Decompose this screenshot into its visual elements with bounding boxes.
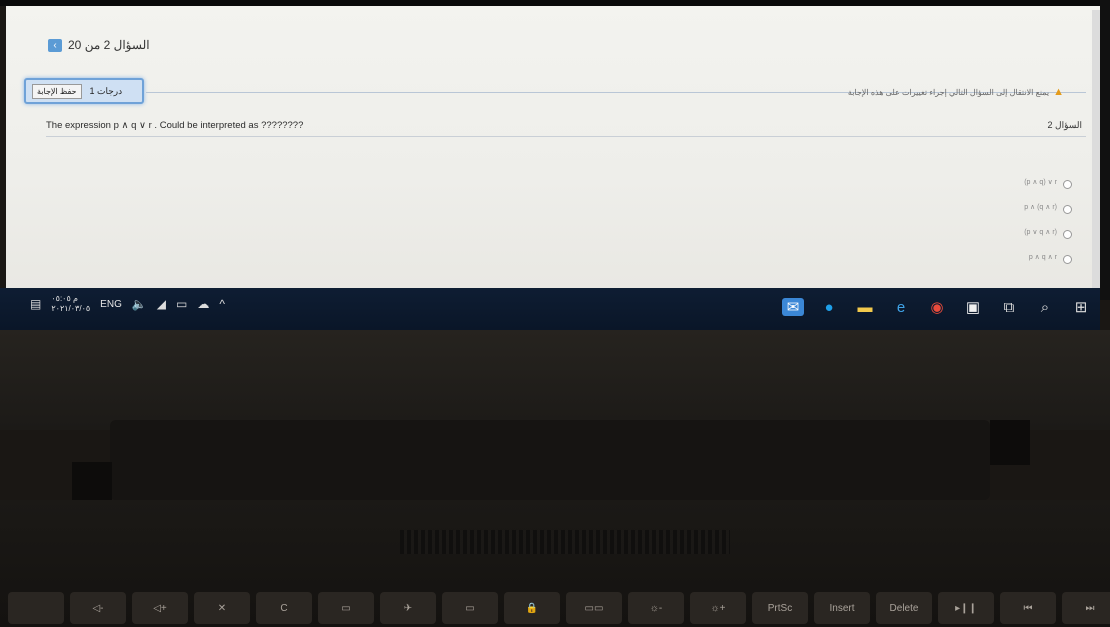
option-1[interactable]: (p ∧ q) ∨ r [1024, 174, 1072, 189]
explorer-icon[interactable]: ▬ [854, 298, 876, 316]
clock-time: م ٠٥:٠٥ [51, 294, 78, 303]
language-indicator[interactable]: ENG [100, 299, 122, 310]
function-key-row: ◁- ◁+ ✕ C ▭ ✈ ▭ 🔒 ▭▭ ☼- ☼+ PrtSc Insert … [0, 592, 1110, 627]
option-4[interactable]: p ∧ q ∧ r [1029, 249, 1072, 264]
chevron-up-icon[interactable]: ^ [219, 297, 225, 311]
windows-taskbar: ▤ م ٠٥:٠٥ ٢٠٢١/٠٣/٠٥ ENG 🔈 ◢ ▭ ☁ ^ ✉ ● ▬… [0, 288, 1100, 330]
speaker-grille [400, 530, 730, 554]
key-refresh[interactable]: C [256, 592, 312, 624]
hinge-left [72, 462, 112, 502]
key-lock[interactable]: 🔒 [504, 592, 560, 624]
warning-icon: ▲ [1053, 86, 1064, 98]
key-display[interactable]: ▭ [318, 592, 374, 624]
laptop-bezel [0, 330, 1110, 430]
vertical-scrollbar[interactable] [1092, 10, 1100, 290]
key-brightness-down[interactable]: ☼- [628, 592, 684, 624]
volume-icon[interactable]: 🔈 [132, 297, 147, 311]
key-mic-mute[interactable]: ✕ [194, 592, 250, 624]
radio-button[interactable] [1063, 180, 1072, 189]
radio-button[interactable] [1063, 205, 1072, 214]
key-next[interactable]: ⏭ [1062, 592, 1110, 624]
save-answer-button[interactable]: حفظ الإجابة [32, 83, 82, 99]
radio-button[interactable] [1063, 230, 1072, 239]
key-insert[interactable]: Insert [814, 592, 870, 624]
option-label: (p ∨ q ∧ r) [1024, 228, 1057, 236]
chrome-icon[interactable]: ◉ [926, 298, 948, 316]
question-text: The expression p ∧ q ∨ r . Could be inte… [46, 120, 304, 131]
clock-date: ٢٠٢١/٠٣/٠٥ [51, 304, 91, 313]
key-volume-up[interactable]: ◁+ [132, 592, 188, 624]
key-play[interactable]: ▸❙❙ [938, 592, 994, 624]
laptop-hinge [110, 420, 990, 500]
key-airplane[interactable]: ✈ [380, 592, 436, 624]
key-settings[interactable]: ▭ [442, 592, 498, 624]
option-label: p ∧ (q ∧ r) [1024, 203, 1057, 211]
taskbar-apps: ✉ ● ▬ e ◉ ▣ ⧉ ⌕ ⊞ [782, 298, 1092, 316]
clock[interactable]: م ٠٥:٠٥ ٢٠٢١/٠٣/٠٥ [51, 294, 90, 314]
points-label: 1 درجات [89, 85, 123, 96]
notification-icon[interactable]: ▤ [30, 297, 41, 311]
battery-icon[interactable]: ▭ [176, 297, 187, 311]
chevron-left-icon[interactable]: ‹ [48, 38, 62, 52]
answer-options: (p ∧ q) ∨ r p ∧ (q ∧ r) (p ∨ q ∧ r) p ∧ … [1024, 174, 1072, 264]
hinge-right [990, 420, 1030, 465]
option-label: (p ∧ q) ∨ r [1024, 178, 1057, 186]
key-prev[interactable]: ⏮ [1000, 592, 1056, 624]
option-2[interactable]: p ∧ (q ∧ r) [1024, 199, 1072, 214]
question-counter: السؤال 2 من 20 [68, 38, 150, 52]
radio-button[interactable] [1063, 255, 1072, 264]
photo-right-edge [1100, 0, 1110, 300]
key-projector[interactable]: ▭▭ [566, 592, 622, 624]
exam-screen: ‹ السؤال 2 من 20 حفظ الإجابة 1 درجات يمن… [6, 6, 1100, 290]
cloud-icon[interactable]: ☁ [197, 297, 209, 311]
taskview-icon[interactable]: ⧉ [998, 298, 1020, 316]
search-icon[interactable]: ⌕ [1034, 298, 1056, 316]
navigation-warning: يمنع الانتقال إلى السؤال التالي إجراء تغ… [848, 86, 1064, 98]
key-delete[interactable]: Delete [876, 592, 932, 624]
answer-status-box: حفظ الإجابة 1 درجات [24, 78, 144, 104]
question-number: السؤال 2 [1047, 120, 1082, 130]
start-icon[interactable]: ⊞ [1070, 298, 1092, 316]
system-tray: ▤ م ٠٥:٠٥ ٢٠٢١/٠٣/٠٥ ENG 🔈 ◢ ▭ ☁ ^ [30, 294, 225, 314]
key-prtsc[interactable]: PrtSc [752, 592, 808, 624]
ie-icon[interactable]: e [890, 298, 912, 316]
store-icon[interactable]: ▣ [962, 298, 984, 316]
warning-text: يمنع الانتقال إلى السؤال التالي إجراء تغ… [847, 87, 1050, 97]
key-volume-down[interactable]: ◁- [70, 592, 126, 624]
wifi-icon[interactable]: ◢ [157, 297, 166, 311]
option-label: p ∧ q ∧ r [1028, 253, 1057, 261]
question-divider [46, 136, 1086, 137]
key-brightness-up[interactable]: ☼+ [690, 592, 746, 624]
mail-icon[interactable]: ✉ [782, 298, 804, 316]
key-mute[interactable] [8, 592, 64, 624]
option-3[interactable]: (p ∨ q ∧ r) [1024, 224, 1072, 239]
question-navigation: ‹ السؤال 2 من 20 [48, 38, 150, 52]
edge-icon[interactable]: ● [818, 298, 840, 316]
